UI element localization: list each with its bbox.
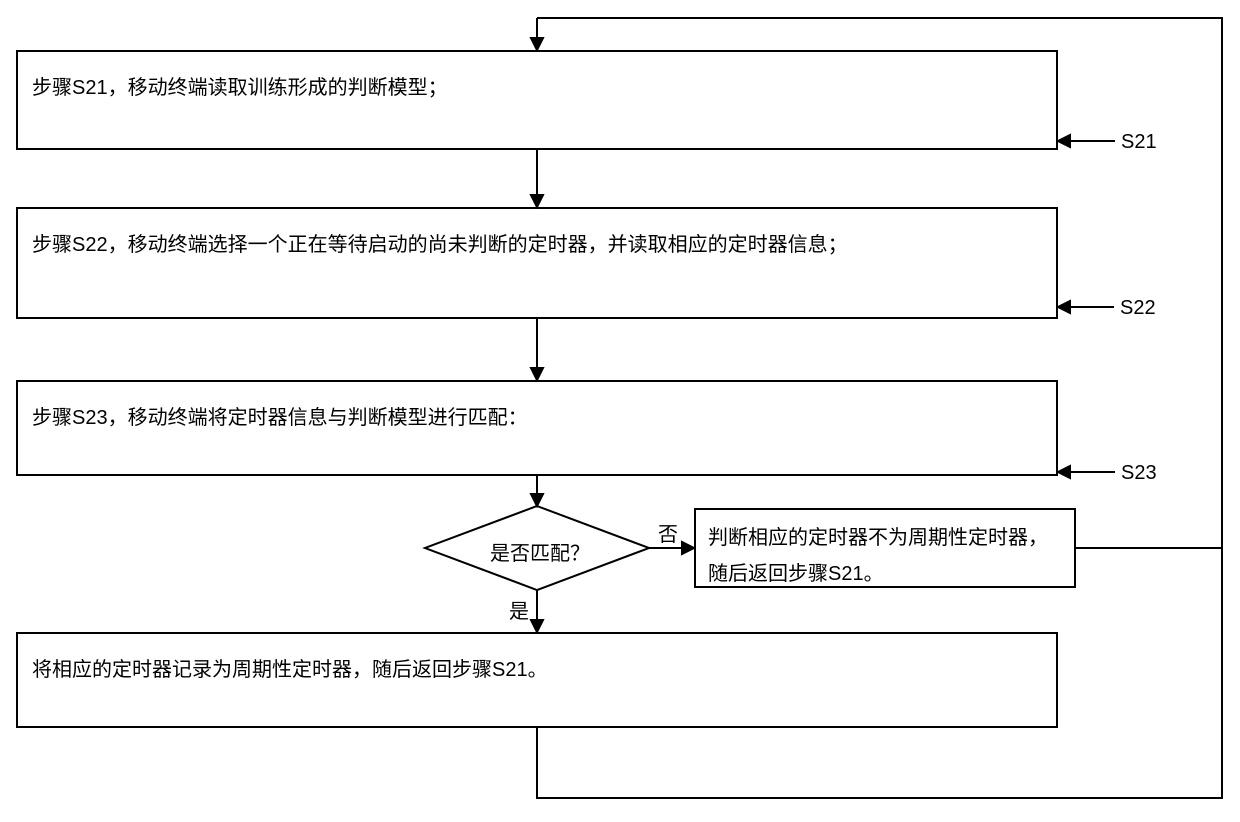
label-yes: 是 xyxy=(509,595,529,624)
arrowhead-label-s23 xyxy=(1058,466,1070,478)
no-result-box: 判断相应的定时器不为周期性定时器，随后返回步骤S21。 xyxy=(694,508,1076,588)
arrowhead-s22-s23 xyxy=(531,368,543,380)
step-s22-text: 步骤S22，移动终端选择一个正在等待启动的尚未判断的定时器，并读取相应的定时器信… xyxy=(32,234,848,256)
step-s23-text: 步骤S23，移动终端将定时器信息与判断模型进行匹配： xyxy=(32,407,528,429)
step-s22-box: 步骤S22，移动终端选择一个正在等待启动的尚未判断的定时器，并读取相应的定时器信… xyxy=(16,207,1058,319)
step-s21-text: 步骤S21，移动终端读取训练形成的判断模型； xyxy=(32,77,448,99)
final-text: 将相应的定时器记录为周期性定时器，随后返回步骤S21。 xyxy=(32,659,548,681)
arrowhead-label-s22 xyxy=(1058,301,1070,313)
label-no: 否 xyxy=(658,518,678,547)
final-box: 将相应的定时器记录为周期性定时器，随后返回步骤S21。 xyxy=(16,632,1058,728)
arrowhead-s21-s22 xyxy=(531,195,543,207)
arrowhead-s23-decision xyxy=(531,494,543,506)
arrowhead-yes xyxy=(531,620,543,632)
no-result-text: 判断相应的定时器不为周期性定时器，随后返回步骤S21。 xyxy=(708,527,1048,585)
label-s23: S23 xyxy=(1121,462,1157,485)
decision-text: 是否匹配？ xyxy=(490,537,590,566)
step-s23-box: 步骤S23，移动终端将定时器信息与判断模型进行匹配： xyxy=(16,380,1058,476)
arrowhead-label-s21 xyxy=(1058,135,1070,147)
arrowhead-no xyxy=(682,542,694,554)
label-s21: S21 xyxy=(1121,131,1157,154)
step-s21-box: 步骤S21，移动终端读取训练形成的判断模型； xyxy=(16,50,1058,150)
arrowhead-into-s21 xyxy=(531,38,543,50)
label-s22: S22 xyxy=(1120,297,1156,320)
